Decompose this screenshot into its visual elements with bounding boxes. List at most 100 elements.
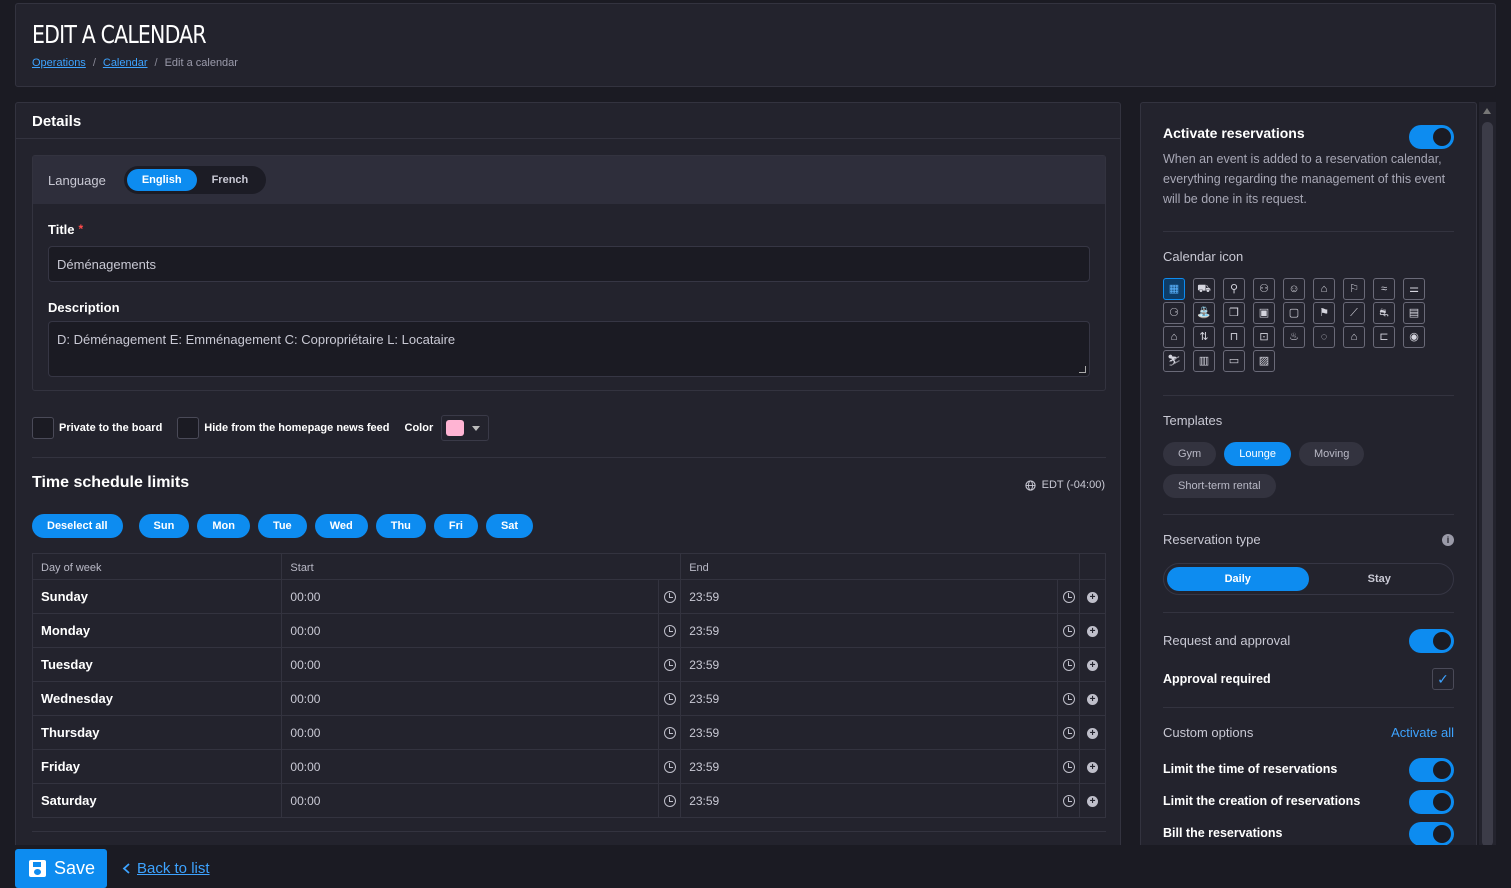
type-daily[interactable]: Daily	[1167, 567, 1309, 591]
day-button-mon[interactable]: Mon	[197, 514, 250, 538]
template-moving[interactable]: Moving	[1298, 442, 1365, 466]
resize-handle[interactable]	[1079, 366, 1086, 373]
activate-all-link[interactable]: Activate all	[1391, 725, 1454, 740]
language-english[interactable]: English	[126, 169, 197, 191]
elevator-icon[interactable]: ⇅	[1193, 326, 1215, 348]
end-time-input[interactable]: 23:59	[680, 749, 1059, 784]
truck-icon[interactable]: ⛟	[1193, 278, 1215, 300]
person-icon[interactable]: ☺	[1283, 278, 1305, 300]
bed-icon[interactable]: ⊏	[1373, 326, 1395, 348]
template-short-term-rental[interactable]: Short-term rental	[1163, 474, 1276, 498]
end-time-input[interactable]: 23:59	[680, 681, 1059, 716]
dumbbell-icon[interactable]: ⚌	[1403, 278, 1425, 300]
add-slot-button[interactable]: +	[1078, 613, 1107, 648]
person-luggage-icon[interactable]: ⚲	[1223, 278, 1245, 300]
day-button-fri[interactable]: Fri	[433, 514, 478, 538]
deselect-all-button[interactable]: Deselect all	[32, 514, 123, 538]
bench-icon[interactable]: ▭	[1223, 350, 1245, 372]
start-clock-button[interactable]	[658, 613, 682, 648]
start-clock-button[interactable]	[658, 715, 682, 750]
day-button-sat[interactable]: Sat	[485, 514, 534, 538]
add-slot-button[interactable]: +	[1078, 681, 1107, 716]
ramp-icon[interactable]: ⟋	[1343, 302, 1365, 324]
info-icon[interactable]: i	[1442, 534, 1454, 546]
start-time-input[interactable]: 00:00	[281, 681, 660, 716]
breadcrumb-calendar[interactable]: Calendar	[103, 57, 148, 69]
start-clock-button[interactable]	[658, 579, 682, 614]
garage-icon[interactable]: ⌂	[1163, 326, 1185, 348]
add-slot-button[interactable]: +	[1078, 783, 1107, 818]
option-bill-toggle[interactable]	[1409, 822, 1454, 846]
day-button-tue[interactable]: Tue	[257, 514, 307, 538]
swimmer-icon[interactable]: ≈	[1373, 278, 1395, 300]
request-approval-toggle[interactable]	[1409, 629, 1454, 653]
tombstone-icon[interactable]: ⌂	[1313, 278, 1335, 300]
chat-icon[interactable]: ◌	[1313, 326, 1335, 348]
start-clock-button[interactable]	[658, 681, 682, 716]
radio-icon[interactable]: ▨	[1253, 350, 1275, 372]
start-time-input[interactable]: 00:00	[281, 647, 660, 682]
cabinet-icon[interactable]: ▥	[1193, 350, 1215, 372]
back-to-list-link[interactable]: Back to list	[122, 860, 210, 877]
breadcrumb-operations[interactable]: Operations	[32, 57, 86, 69]
hide-feed-checkbox[interactable]	[177, 417, 200, 439]
save-button[interactable]: Save	[15, 849, 107, 888]
clipboard-icon[interactable]: ▢	[1283, 302, 1305, 324]
type-stay[interactable]: Stay	[1309, 567, 1451, 591]
ticket-icon[interactable]: ⊡	[1253, 326, 1275, 348]
end-time-input[interactable]: 23:59	[680, 579, 1059, 614]
house-icon[interactable]: ⌂	[1343, 326, 1365, 348]
start-time-input[interactable]: 00:00	[281, 783, 660, 818]
start-time-input[interactable]: 00:00	[281, 613, 660, 648]
add-slot-button[interactable]: +	[1078, 715, 1107, 750]
skier-icon[interactable]: ⛷	[1163, 350, 1185, 372]
runner-icon[interactable]: ⚐	[1343, 278, 1365, 300]
bicycle-icon[interactable]: ⚆	[1163, 302, 1185, 324]
add-slot-button[interactable]: +	[1078, 579, 1107, 614]
end-clock-button[interactable]	[1057, 715, 1080, 750]
color-picker[interactable]	[441, 415, 490, 441]
start-clock-button[interactable]	[658, 647, 682, 682]
end-time-input[interactable]: 23:59	[680, 647, 1059, 682]
end-time-input[interactable]: 23:59	[680, 715, 1059, 750]
end-time-input[interactable]: 23:59	[680, 613, 1059, 648]
start-time-input[interactable]: 00:00	[281, 749, 660, 784]
scrollbar-thumb[interactable]	[1482, 122, 1493, 847]
option-limit-creation-toggle[interactable]	[1409, 790, 1454, 814]
end-clock-button[interactable]	[1057, 647, 1080, 682]
people-icon[interactable]: ⚇	[1253, 278, 1275, 300]
start-time-input[interactable]: 00:00	[281, 579, 660, 614]
title-input[interactable]: Déménagements	[48, 246, 1090, 282]
building-icon[interactable]: ▤	[1403, 302, 1425, 324]
end-clock-button[interactable]	[1057, 579, 1080, 614]
start-clock-button[interactable]	[658, 749, 682, 784]
flag-icon[interactable]: ⚑	[1313, 302, 1335, 324]
description-textarea[interactable]: D: Déménagement E: Emménagement C: Copro…	[48, 321, 1090, 377]
template-gym[interactable]: Gym	[1163, 442, 1217, 466]
scroll-up-arrow[interactable]	[1483, 108, 1491, 114]
end-clock-button[interactable]	[1057, 613, 1080, 648]
car-icon[interactable]: ⛐	[1373, 302, 1395, 324]
day-button-sun[interactable]: Sun	[138, 514, 190, 538]
activate-reservations-toggle[interactable]	[1409, 125, 1454, 149]
cake-icon[interactable]: ♨	[1283, 326, 1305, 348]
approval-checkbox[interactable]: ✓	[1432, 668, 1454, 690]
end-clock-button[interactable]	[1057, 783, 1080, 818]
add-slot-button[interactable]: +	[1078, 749, 1107, 784]
end-time-input[interactable]: 23:59	[680, 783, 1059, 818]
day-button-thu[interactable]: Thu	[375, 514, 426, 538]
gift-box-icon[interactable]: ❒	[1223, 302, 1245, 324]
template-lounge[interactable]: Lounge	[1224, 442, 1291, 466]
private-checkbox[interactable]	[32, 417, 54, 439]
day-button-wed[interactable]: Wed	[314, 514, 368, 538]
end-clock-button[interactable]	[1057, 681, 1080, 716]
scrollbar[interactable]	[1479, 102, 1496, 862]
end-clock-button[interactable]	[1057, 749, 1080, 784]
option-limit-time-toggle[interactable]	[1409, 758, 1454, 782]
start-time-input[interactable]: 00:00	[281, 715, 660, 750]
fountain-icon[interactable]: ⛲	[1193, 302, 1215, 324]
map-pin-icon[interactable]: ◉	[1403, 326, 1425, 348]
language-french[interactable]: French	[197, 169, 264, 191]
couch-icon[interactable]: ⊓	[1223, 326, 1245, 348]
calendar-day-icon[interactable]: ▣	[1253, 302, 1275, 324]
